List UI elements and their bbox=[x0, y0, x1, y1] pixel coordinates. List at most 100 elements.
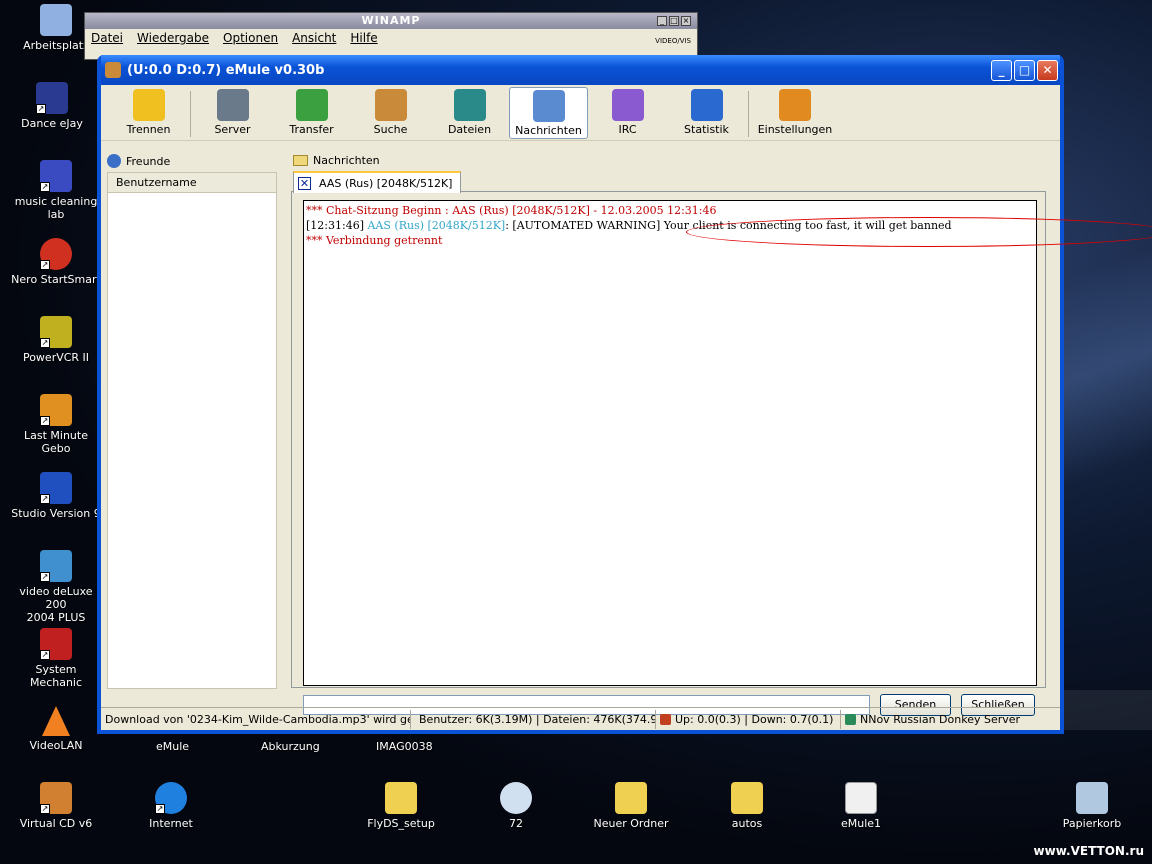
minimize-icon[interactable]: _ bbox=[657, 16, 667, 26]
chat-username: AAS (Rus) [2048K/512K] bbox=[367, 219, 506, 232]
messages-icon bbox=[532, 90, 565, 122]
desktop-label-emule[interactable]: eMule bbox=[156, 740, 189, 753]
toolbar-einstellungen-button[interactable]: Einstellungen bbox=[751, 87, 839, 139]
emule-window: (U:0.0 D:0.7) eMule v0.30b _ □ ✕ Trennen… bbox=[97, 55, 1152, 734]
toolbar-dateien-button[interactable]: Dateien bbox=[430, 87, 509, 139]
watermark: www.VETTON.ru bbox=[1033, 844, 1144, 858]
powervcr-icon: ↗ bbox=[40, 316, 72, 348]
desktop-label-imag0038[interactable]: IMAG0038 bbox=[376, 740, 433, 753]
server-status-icon bbox=[845, 713, 856, 725]
internet-explorer-icon: ↗ bbox=[155, 782, 187, 814]
emule-app-icon bbox=[105, 62, 121, 78]
desktop-icon-flyds-setup[interactable]: FlyDS_setup bbox=[353, 782, 449, 830]
status-log: Download von '0234-Kim_Wilde-Cambodia.mp… bbox=[101, 709, 411, 729]
desktop-icon-last-minute[interactable]: ↗ Last Minute Gebo bbox=[8, 394, 104, 455]
desktop-icon-autos[interactable]: autos bbox=[699, 782, 795, 830]
toolbar-suche-button[interactable]: Suche bbox=[351, 87, 430, 139]
messages-title: Nachrichten bbox=[313, 154, 380, 167]
chat-timestamp: [12:31:46] bbox=[306, 219, 368, 232]
menu-optionen[interactable]: Optionen bbox=[223, 31, 278, 45]
toolbar-irc-button[interactable]: IRC bbox=[588, 87, 667, 139]
desktop-icon-internet[interactable]: ↗ Internet bbox=[123, 782, 219, 830]
menu-hilfe[interactable]: Hilfe bbox=[350, 31, 377, 45]
winamp-vis-label: VIDEO/VIS bbox=[655, 37, 691, 45]
server-icon bbox=[216, 89, 249, 121]
desktop-icon-72[interactable]: 72 bbox=[468, 782, 564, 830]
recycle-bin-icon bbox=[1076, 782, 1108, 814]
messages-header: Nachrichten bbox=[293, 154, 380, 167]
desktop-icon-virtual-cd[interactable]: ↗ Virtual CD v6 bbox=[8, 782, 104, 830]
desktop-icon-neuer-ordner[interactable]: Neuer Ordner bbox=[583, 782, 679, 830]
last-minute-icon: ↗ bbox=[40, 394, 72, 426]
settings-icon bbox=[779, 89, 811, 121]
desktop-icon-studio-version-9[interactable]: ↗ Studio Version 9 bbox=[8, 472, 104, 520]
status-server: NNov Russian Donkey Server bbox=[841, 710, 1056, 729]
desktop-icon-videolan[interactable]: VideoLAN bbox=[8, 706, 104, 752]
toolbar-separator bbox=[190, 91, 191, 137]
folder-icon bbox=[615, 782, 647, 814]
close-icon[interactable]: × bbox=[681, 16, 691, 26]
virtual-cd-icon: ↗ bbox=[40, 782, 72, 814]
desktop-icon-papierkorb[interactable]: Papierkorb bbox=[1044, 782, 1140, 830]
friends-list[interactable]: Benutzername bbox=[107, 172, 277, 689]
emule-window-title: (U:0.0 D:0.7) eMule v0.30b bbox=[127, 62, 325, 78]
vlc-cone-icon bbox=[42, 706, 70, 736]
nero-icon: ↗ bbox=[40, 238, 72, 270]
toolbar-trennen-button[interactable]: Trennen bbox=[109, 87, 188, 139]
toolbar-transfer-button[interactable]: Transfer bbox=[272, 87, 351, 139]
chat-log[interactable]: *** Chat-Sitzung Beginn : AAS (Rus) [204… bbox=[303, 200, 1152, 686]
search-icon bbox=[374, 89, 407, 121]
desktop-icon-nero-startsmart[interactable]: ↗ Nero StartSmart bbox=[8, 238, 104, 286]
desktop-label-abkurzung[interactable]: Abkurzung bbox=[261, 740, 320, 753]
maximize-button[interactable]: □ bbox=[1014, 59, 1035, 81]
folder-icon bbox=[385, 782, 417, 814]
winamp-window[interactable]: WINAMP _ □ × Datei Wiedergabe Optionen A… bbox=[84, 12, 698, 60]
toolbar-server-button[interactable]: Server bbox=[193, 87, 272, 139]
friends-icon bbox=[107, 154, 121, 168]
desktop-icon-system-mechanic[interactable]: ↗ System Mechanic bbox=[8, 628, 104, 689]
system-mechanic-icon: ↗ bbox=[40, 628, 72, 660]
maximize-icon[interactable]: □ bbox=[669, 16, 679, 26]
toolbar-nachrichten-button[interactable]: Nachrichten bbox=[509, 87, 588, 139]
close-tab-icon[interactable]: ✕ bbox=[298, 176, 311, 190]
menu-ansicht[interactable]: Ansicht bbox=[292, 31, 336, 45]
friends-column-header[interactable]: Benutzername bbox=[108, 173, 276, 193]
status-bar: Download von '0234-Kim_Wilde-Cambodia.mp… bbox=[101, 707, 1060, 730]
status-updown: Up: 0.0(0.3) | Down: 0.7(0.1) bbox=[656, 709, 841, 729]
status-users: Benutzer: 6K(3.19M) | Dateien: 476K(374.… bbox=[411, 709, 656, 729]
studio-9-icon: ↗ bbox=[40, 472, 72, 504]
files-icon bbox=[453, 89, 486, 121]
chat-line-message: [12:31:46] AAS (Rus) [2048K/512K]: [AUTO… bbox=[306, 218, 1034, 233]
winamp-title: WINAMP bbox=[85, 13, 697, 29]
messages-header-icon bbox=[293, 155, 308, 166]
desktop-icon-dance-ejay[interactable]: ↗ Dance eJay bbox=[4, 82, 100, 130]
close-button[interactable]: ✕ bbox=[1037, 59, 1058, 81]
main-toolbar: Trennen Server Transfer Suche Dateien Na… bbox=[101, 85, 1060, 141]
media-file-icon bbox=[500, 782, 532, 814]
winamp-window-buttons: _ □ × bbox=[657, 16, 691, 26]
minimize-button[interactable]: _ bbox=[991, 59, 1012, 81]
dance-ejay-icon: ↗ bbox=[36, 82, 68, 114]
desktop-icon-emule1[interactable]: eMule1 bbox=[813, 782, 909, 830]
desktop-icon-video-deluxe[interactable]: ↗ video deLuxe 200 2004 PLUS bbox=[8, 550, 104, 624]
friends-header: Freunde bbox=[107, 154, 170, 168]
emule-client-area: Trennen Server Transfer Suche Dateien Na… bbox=[101, 85, 1152, 730]
disconnect-icon bbox=[132, 89, 165, 121]
menu-datei[interactable]: Datei bbox=[91, 31, 123, 45]
chat-message-text: [AUTOMATED WARNING] Your client is conne… bbox=[512, 219, 952, 232]
updown-icon bbox=[660, 713, 671, 725]
chat-line-session-start: *** Chat-Sitzung Beginn : AAS (Rus) [204… bbox=[306, 204, 717, 217]
toolbar-statistik-button[interactable]: Statistik bbox=[667, 87, 746, 139]
computer-icon bbox=[40, 4, 72, 36]
emule-titlebar[interactable]: (U:0.0 D:0.7) eMule v0.30b _ □ ✕ bbox=[101, 55, 1060, 85]
video-deluxe-icon: ↗ bbox=[40, 550, 72, 582]
chat-line-disconnected: *** Verbindung getrennt bbox=[306, 234, 443, 247]
chat-tab[interactable]: ✕ AAS (Rus) [2048K/512K] bbox=[293, 171, 462, 193]
irc-icon bbox=[611, 89, 644, 121]
desktop-icon-powervcr[interactable]: ↗ PowerVCR II bbox=[8, 316, 104, 364]
friends-title: Freunde bbox=[126, 154, 171, 168]
menu-wiedergabe[interactable]: Wiedergabe bbox=[137, 31, 209, 45]
transfer-icon bbox=[295, 89, 328, 121]
toolbar-separator bbox=[748, 91, 749, 137]
desktop-icon-music-cleaning-lab[interactable]: ↗ music cleaning lab bbox=[8, 160, 104, 221]
